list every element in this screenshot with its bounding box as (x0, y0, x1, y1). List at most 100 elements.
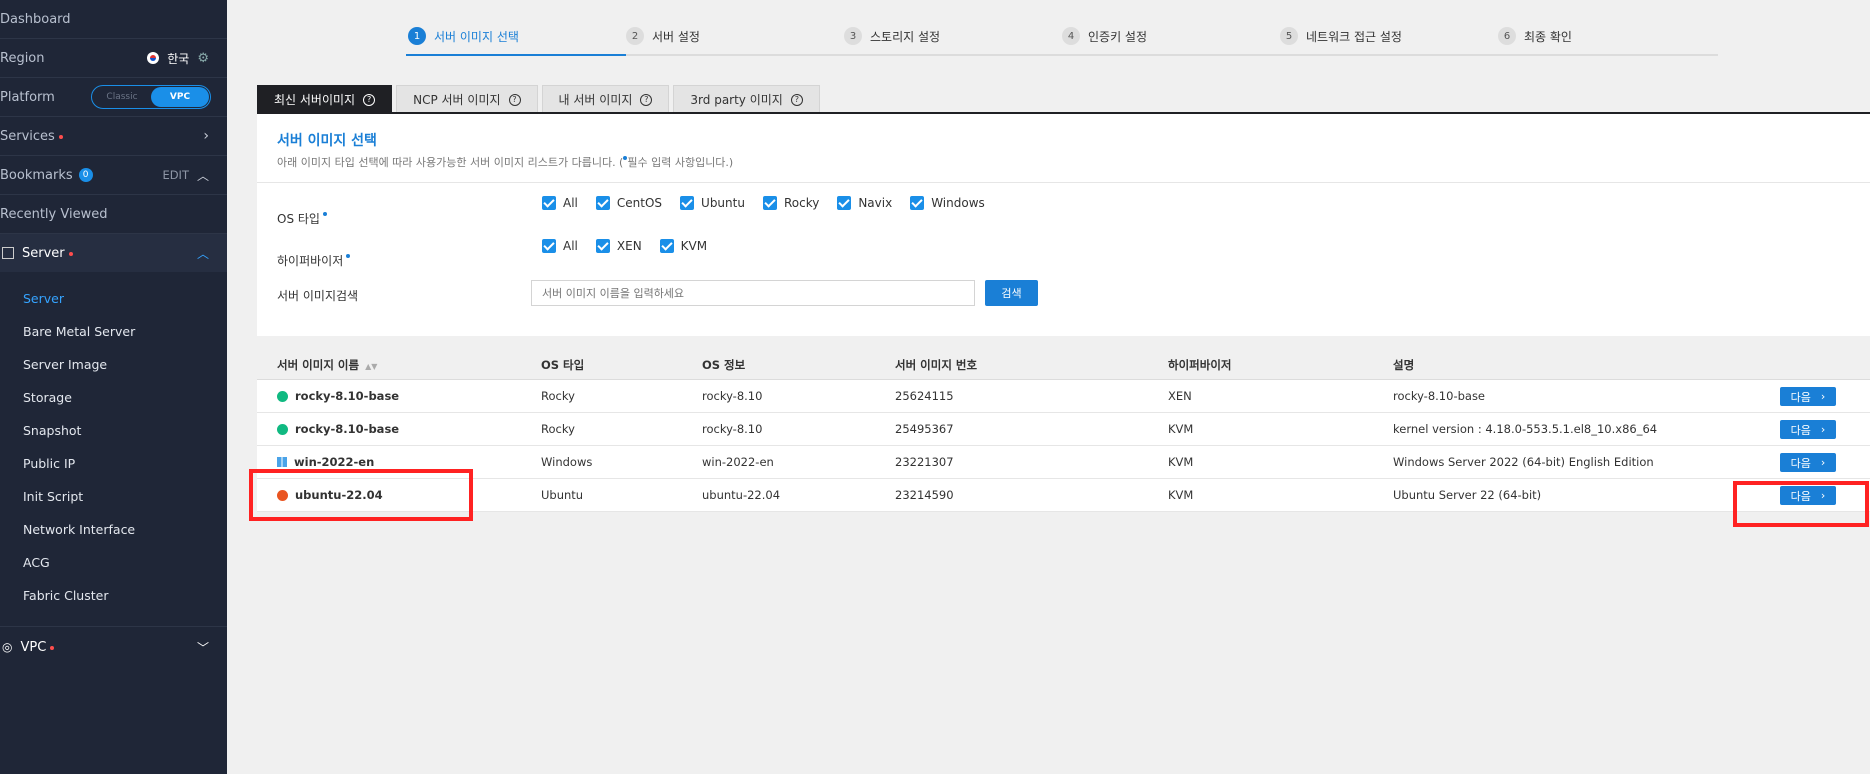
rocky-icon (277, 390, 288, 402)
sidebar-item-server[interactable]: Server (0, 282, 227, 315)
os-type-cell: Windows (541, 455, 593, 469)
hypervisor-cell: KVM (1168, 422, 1194, 436)
hv-checkbox-kvm[interactable]: KVM (659, 239, 707, 253)
description-cell: Windows Server 2022 (64-bit) English Edi… (1393, 455, 1654, 469)
platform-classic-option[interactable]: Classic (93, 87, 151, 107)
help-icon[interactable]: ? (790, 93, 803, 106)
description-cell: rocky-8.10-base (1393, 389, 1486, 403)
os-info-cell: rocky-8.10 (702, 422, 763, 436)
sidebar-item-init-script[interactable]: Init Script (0, 480, 227, 513)
chevron-up-icon[interactable]: ︿ (197, 167, 209, 184)
sidebar-item-services[interactable]: Services › (0, 117, 227, 156)
hv-checkbox-all[interactable]: All (542, 239, 578, 253)
sidebar-item-bookmarks[interactable]: Bookmarks 0 EDIT ︿ (0, 156, 227, 195)
help-icon[interactable]: ? (508, 93, 521, 106)
os-checkbox-centos[interactable]: CentOS (595, 196, 662, 210)
sidebar-item-server-image[interactable]: Server Image (0, 348, 227, 381)
chevron-right-icon: › (203, 128, 209, 144)
step-5[interactable]: 5 네트워크 접근 설정 (1280, 27, 1402, 45)
checkbox-checked-icon[interactable] (659, 239, 674, 253)
os-checkbox-windows[interactable]: Windows (910, 196, 985, 210)
table-header: 서버 이미지 이름 ▲▼ OS 타입 OS 정보 서버 이미지 번호 하이퍼바이저… (257, 350, 1870, 380)
sidebar-item-dashboard[interactable]: Dashboard (0, 0, 227, 39)
os-info-cell: rocky-8.10 (702, 389, 763, 403)
sidebar-item-snapshot[interactable]: Snapshot (0, 414, 227, 447)
sidebar-item-region[interactable]: Region 한국 ⚙ (0, 39, 227, 78)
hv-checkbox-xen[interactable]: XEN (595, 239, 642, 253)
image-number-cell: 25624115 (895, 389, 954, 403)
sidebar-item-bare-metal-server[interactable]: Bare Metal Server (0, 315, 227, 348)
sidebar-item-platform: Platform Classic VPC (0, 78, 227, 117)
sidebar-item-network-interface[interactable]: Network Interface (0, 513, 227, 546)
chevron-right-icon: › (1820, 390, 1826, 403)
image-tabs: 최신 서버이미지? NCP 서버 이미지? 내 서버 이미지? 3rd part… (257, 85, 820, 113)
help-icon[interactable]: ? (640, 93, 653, 106)
sidebar-item-recently-viewed[interactable]: Recently Viewed (0, 195, 227, 234)
next-button[interactable]: 다음 › (1780, 453, 1836, 472)
os-type-label: OS 타입 (277, 210, 327, 227)
image-number-cell: 25495367 (895, 422, 954, 436)
platform-vpc-option[interactable]: VPC (151, 87, 209, 107)
chevron-down-icon[interactable]: ﹀ (197, 639, 209, 656)
checkbox-checked-icon[interactable] (837, 196, 852, 210)
chevron-up-icon[interactable]: ︿ (197, 245, 209, 262)
tab-my-images[interactable]: 내 서버 이미지? (541, 85, 670, 113)
checkbox-checked-icon[interactable] (595, 196, 610, 210)
chevron-right-icon: › (1820, 456, 1826, 469)
image-number-cell: 23221307 (895, 455, 954, 469)
step-4[interactable]: 4 인증키 설정 (1062, 27, 1147, 45)
checkbox-checked-icon[interactable] (542, 196, 556, 210)
next-button[interactable]: 다음 › (1780, 420, 1836, 439)
image-number-cell: 23214590 (895, 488, 954, 502)
os-checkbox-all[interactable]: All (542, 196, 578, 210)
gear-icon[interactable]: ⚙ (197, 51, 209, 66)
step-1[interactable]: 1 서버 이미지 선택 (408, 27, 519, 45)
step-3[interactable]: 3 스토리지 설정 (844, 27, 940, 45)
rocky-icon (277, 423, 288, 435)
os-checkbox-navix[interactable]: Navix (837, 196, 892, 210)
server-icon (2, 247, 14, 259)
os-checkbox-ubuntu[interactable]: Ubuntu (680, 196, 745, 210)
col-header-name[interactable]: 서버 이미지 이름 ▲▼ (277, 357, 377, 373)
sidebar-group-server[interactable]: Server ︿ (0, 234, 227, 272)
help-icon[interactable]: ? (363, 93, 376, 106)
os-checkbox-rocky[interactable]: Rocky (762, 196, 819, 210)
col-header-image-number: 서버 이미지 번호 (895, 357, 978, 372)
new-dot (50, 646, 55, 650)
table-row[interactable]: win-2022-en Windows win-2022-en 23221307… (257, 446, 1870, 479)
os-info-cell: ubuntu-22.04 (702, 488, 781, 502)
checkbox-checked-icon[interactable] (910, 196, 925, 210)
server-submenu: Server Bare Metal Server Server Image St… (0, 272, 227, 627)
image-search-input[interactable] (531, 280, 975, 306)
korea-flag-icon (147, 52, 160, 64)
checkbox-checked-icon[interactable] (680, 196, 695, 210)
platform-toggle[interactable]: Classic VPC (91, 85, 211, 109)
table-row[interactable]: rocky-8.10-base Rocky rocky-8.10 2549536… (257, 413, 1870, 446)
sidebar-item-public-ip[interactable]: Public IP (0, 447, 227, 480)
tab-latest-images[interactable]: 최신 서버이미지? (257, 85, 393, 113)
sidebar-item-acg[interactable]: ACG (0, 546, 227, 579)
sidebar-group-vpc[interactable]: ◎ VPC ﹀ (0, 627, 227, 667)
sort-icon[interactable]: ▲▼ (365, 362, 377, 371)
os-type-cell: Rocky (541, 389, 575, 403)
sidebar: Dashboard Region 한국 ⚙ Platform Classic V… (0, 0, 227, 774)
search-button[interactable]: 검색 (985, 280, 1038, 306)
sidebar-item-fabric-cluster[interactable]: Fabric Cluster (0, 579, 227, 612)
image-name-cell: win-2022-en (277, 455, 374, 469)
checkbox-checked-icon[interactable] (762, 196, 777, 210)
description-cell: Ubuntu Server 22 (64-bit) (1393, 488, 1542, 502)
bookmarks-edit-link[interactable]: EDIT (162, 168, 189, 182)
tab-3rd-party-images[interactable]: 3rd party 이미지? (673, 85, 820, 113)
checkbox-checked-icon[interactable] (542, 239, 556, 253)
tab-ncp-images[interactable]: NCP 서버 이미지? (396, 85, 538, 113)
sidebar-item-storage[interactable]: Storage (0, 381, 227, 414)
next-button[interactable]: 다음 › (1780, 387, 1836, 406)
table-row[interactable]: ubuntu-22.04 Ubuntu ubuntu-22.04 2321459… (257, 479, 1870, 512)
new-dot (68, 252, 73, 256)
checkbox-checked-icon[interactable] (595, 239, 610, 253)
table-row[interactable]: rocky-8.10-base Rocky rocky-8.10 2562411… (257, 380, 1870, 413)
image-name-cell: rocky-8.10-base (277, 389, 399, 403)
hypervisor-label: 하이퍼바이저 (277, 252, 351, 269)
step-2[interactable]: 2 서버 설정 (626, 27, 700, 45)
step-6[interactable]: 6 최종 확인 (1498, 27, 1572, 45)
